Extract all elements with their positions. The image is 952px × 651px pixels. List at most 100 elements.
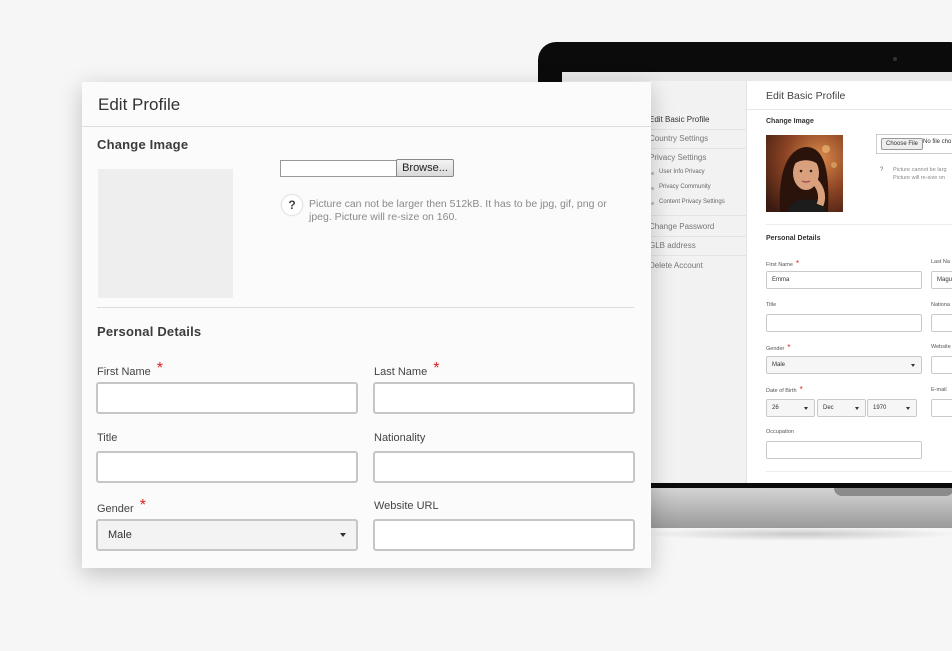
nationality-label: Nationality [374,432,426,444]
browser-top-strip [562,72,952,81]
help-icon: ? [281,194,303,216]
title-label: Title [766,302,777,308]
last-name-label: Last Na [931,259,950,265]
sidebar-subitem-privacy-community[interactable]: Privacy Community [651,184,711,190]
file-path-input[interactable] [280,160,398,177]
first-name-label-text: First Name [97,366,151,378]
title-label: Title [97,432,118,444]
image-hint: Picture can not be larger then 512kB. It… [309,198,607,223]
divider [649,148,746,149]
gender-label-text: Gender [766,346,785,352]
section-heading-personal-details: Personal Details [766,235,821,242]
section-heading-change-image: Change Image [766,118,814,125]
dob-year-select[interactable]: 1970 [867,399,917,417]
page-title: Edit Profile [98,95,181,114]
title-input[interactable] [766,314,922,332]
laptop-notch [834,488,952,496]
gender-select-value: Male [772,362,786,368]
divider [649,129,746,130]
nationality-label: Nationa [931,302,950,308]
first-name-input[interactable]: Emma [766,271,922,289]
laptop-content: Edit Basic Profile Change Image Choose F… [747,81,952,483]
edit-profile-panel: Edit Profile Change Image Browse... ? Pi… [82,82,651,568]
required-mark: * [156,360,164,377]
sidebar-item-glb-address[interactable]: GLB address [649,241,696,250]
website-label: Website URL [374,500,439,512]
dob-month-select[interactable]: Dec [817,399,866,417]
required-mark: * [787,343,791,352]
chevron-down-icon [340,533,346,537]
image-hint: Picture cannot be larg Picture will re-s… [893,166,952,182]
first-name-label: First Name * [766,259,799,268]
camera-icon [893,57,897,61]
section-heading-personal-details: Personal Details [97,324,202,339]
divider [766,471,952,472]
sidebar-item-edit-basic-profile[interactable]: Edit Basic Profile [649,115,709,124]
required-mark: * [433,360,440,377]
file-input[interactable]: Choose File No file cho [876,134,952,154]
profile-photo [766,135,843,212]
sidebar-item-country-settings[interactable]: Country Settings [649,134,708,143]
chevron-down-icon [911,364,915,367]
laptop-base [612,488,952,528]
section-heading-change-image: Change Image [97,137,189,152]
website-input[interactable] [931,356,952,374]
browse-button[interactable]: Browse... [396,159,454,177]
email-label: E-mail [931,387,947,393]
first-name-input[interactable] [96,382,358,414]
divider [747,109,952,110]
image-placeholder [98,169,233,298]
dob-day-select[interactable]: 26 [766,399,815,417]
panel-header: Edit Profile [82,82,651,127]
nationality-input[interactable] [373,451,635,483]
chevron-down-icon [906,407,910,410]
profile-photo-image [766,135,843,212]
chevron-down-icon [855,407,859,410]
no-file-text: No file cho [923,139,952,145]
sidebar-item-change-password[interactable]: Change Password [649,222,714,231]
website-label: Website [931,344,951,350]
sidebar-subitem-content-privacy-settings[interactable]: Content Privacy Settings [651,199,725,205]
gender-select[interactable]: Male [96,519,358,551]
laptop-shadow [640,527,952,541]
gender-label: Gender * [97,497,146,517]
hint-line: Picture will re-size on [893,175,945,181]
website-input[interactable] [373,519,635,551]
dob-month-value: Dec [823,405,834,411]
sidebar-item-delete-account[interactable]: Delete Account [649,261,703,270]
title-input[interactable] [96,451,358,483]
sidebar-item-privacy-settings[interactable]: Privacy Settings [649,153,706,162]
divider [649,255,746,256]
email-input[interactable] [931,399,952,417]
first-name-label-text: First Name [766,262,793,268]
divider [649,215,746,216]
dob-year-value: 1970 [873,405,887,411]
chevron-down-icon [804,407,808,410]
divider [97,307,634,308]
nationality-input[interactable] [931,314,952,332]
hint-line: Picture cannot be larg [893,167,947,173]
last-name-label: Last Name * [374,360,440,380]
required-mark: * [139,497,146,514]
occupation-input[interactable] [766,441,922,459]
sidebar-subitem-user-info-privacy[interactable]: User Info Privacy [651,169,705,175]
required-mark: * [795,259,800,268]
divider [766,224,952,225]
required-mark: * [799,385,803,394]
gender-label-text: Gender [97,503,134,515]
dob-label: Date of Birth * [766,385,803,394]
gender-select-value: Male [108,529,132,541]
choose-file-button[interactable]: Choose File [881,138,924,150]
last-name-input[interactable]: Magu [931,271,952,289]
divider [649,236,746,237]
help-icon: ? [880,167,884,173]
occupation-label: Occupation [766,429,794,435]
dob-day-value: 26 [772,405,779,411]
gender-select[interactable]: Male [766,356,922,374]
page-title: Edit Basic Profile [766,90,846,102]
gender-label: Gender * [766,343,790,352]
last-name-input[interactable] [373,382,635,414]
first-name-label: First Name * [97,360,164,380]
last-name-label-text: Last Name [374,366,428,378]
dob-label-text: Date of Birth [766,388,797,394]
